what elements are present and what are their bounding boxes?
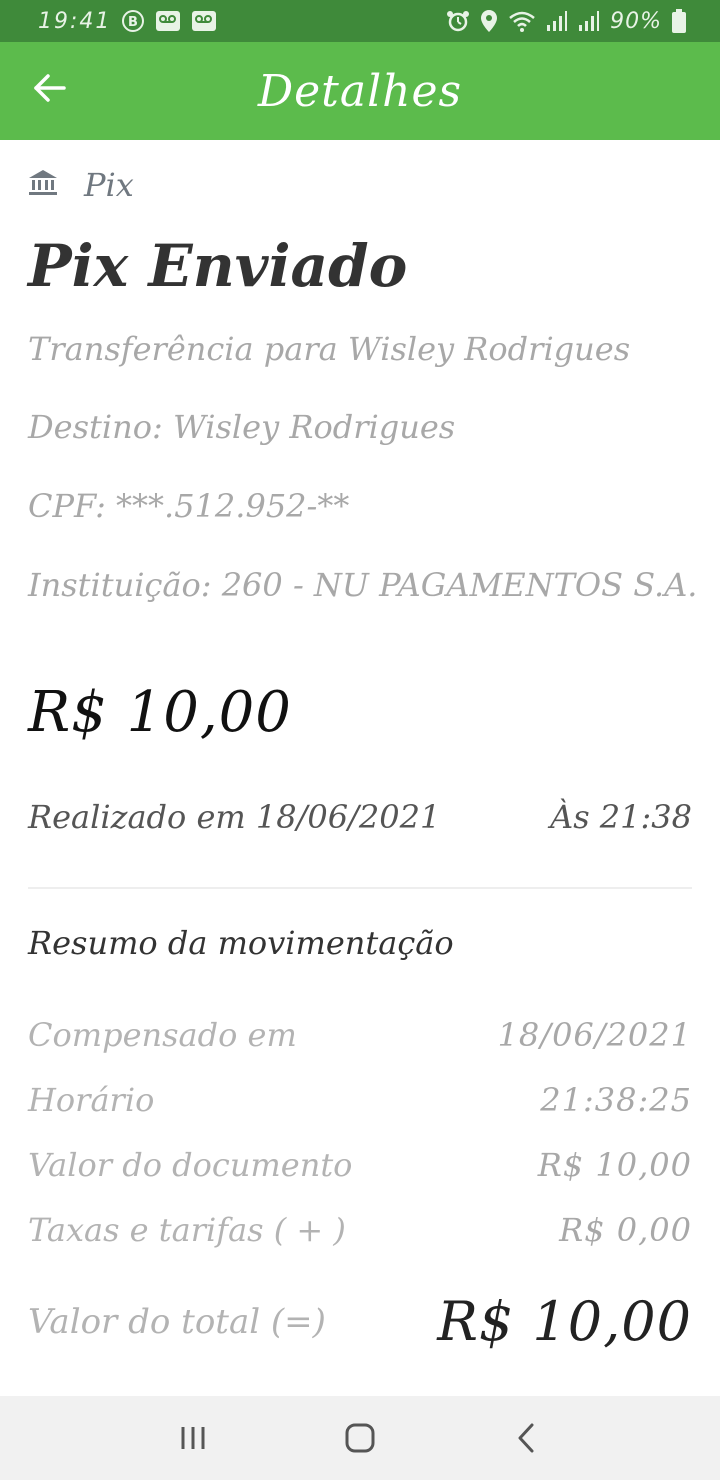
b-icon: B [121,9,145,33]
performed-row: Realizado em 18/06/2021 Às 21:38 [28,798,692,836]
summary-label: Horário [28,1081,155,1119]
summary-title: Resumo da movimentação [28,924,454,962]
category-row: Pix [28,166,134,204]
home-button[interactable] [330,1408,390,1468]
svg-text:B: B [128,15,138,30]
summary-row: Taxas e tarifas ( + ) R$ 0,00 [28,1211,692,1249]
summary-label: Valor do documento [28,1146,353,1184]
page-header-title: Detalhes [257,65,463,117]
institution-text: Instituição: 260 - NU PAGAMENTOS S.A. [28,566,698,604]
back-button[interactable] [28,66,72,110]
home-icon [345,1423,375,1453]
destination-text: Destino: Wisley Rodrigues [28,408,456,446]
recent-apps-button[interactable] [163,1408,223,1468]
performed-time: Às 21:38 [550,798,692,836]
cpf-text: CPF: ***.512.952-** [28,487,350,525]
voicemail-2-icon [191,10,217,32]
location-icon [480,9,498,33]
system-nav-bar [0,1396,720,1480]
summary-row: Horário 21:38:25 [28,1081,692,1119]
arrow-left-icon [34,74,66,102]
total-row: Valor do total (=) R$ 10,00 [28,1290,692,1353]
battery-icon [672,9,686,33]
wifi-icon [508,9,536,33]
voicemail-1-icon [155,10,181,32]
summary-row: Valor do documento R$ 10,00 [28,1146,692,1184]
summary-value: 18/06/2021 [497,1016,692,1054]
transaction-title: Pix Enviado [28,232,408,300]
summary-label: Taxas e tarifas ( + ) [28,1211,346,1249]
status-bar: 19:41 B 90% [0,0,720,42]
summary-value: R$ 10,00 [537,1146,692,1184]
category-label: Pix [84,166,134,204]
summary-value: R$ 0,00 [559,1211,692,1249]
status-right: 90% [446,9,686,34]
status-left: 19:41 B [38,9,217,34]
summary-label: Compensado em [28,1016,297,1054]
back-icon [518,1423,534,1453]
divider [28,887,692,889]
total-value: R$ 10,00 [437,1290,692,1353]
system-back-button[interactable] [497,1408,557,1468]
app-bar: Detalhes [0,42,720,140]
performed-date: Realizado em 18/06/2021 [28,798,441,836]
bank-icon [28,169,58,201]
alarm-icon [446,9,470,33]
total-label: Valor do total (=) [28,1301,326,1342]
battery-percent: 90% [610,8,662,34]
signal-1-icon [546,10,568,32]
recent-apps-icon [181,1427,205,1449]
summary-row: Compensado em 18/06/2021 [28,1016,692,1054]
signal-2-icon [578,10,600,32]
transaction-amount: R$ 10,00 [28,680,292,745]
status-time: 19:41 [38,8,112,34]
transfer-description: Transferência para Wisley Rodrigues [28,330,631,368]
summary-value: 21:38:25 [540,1081,692,1119]
